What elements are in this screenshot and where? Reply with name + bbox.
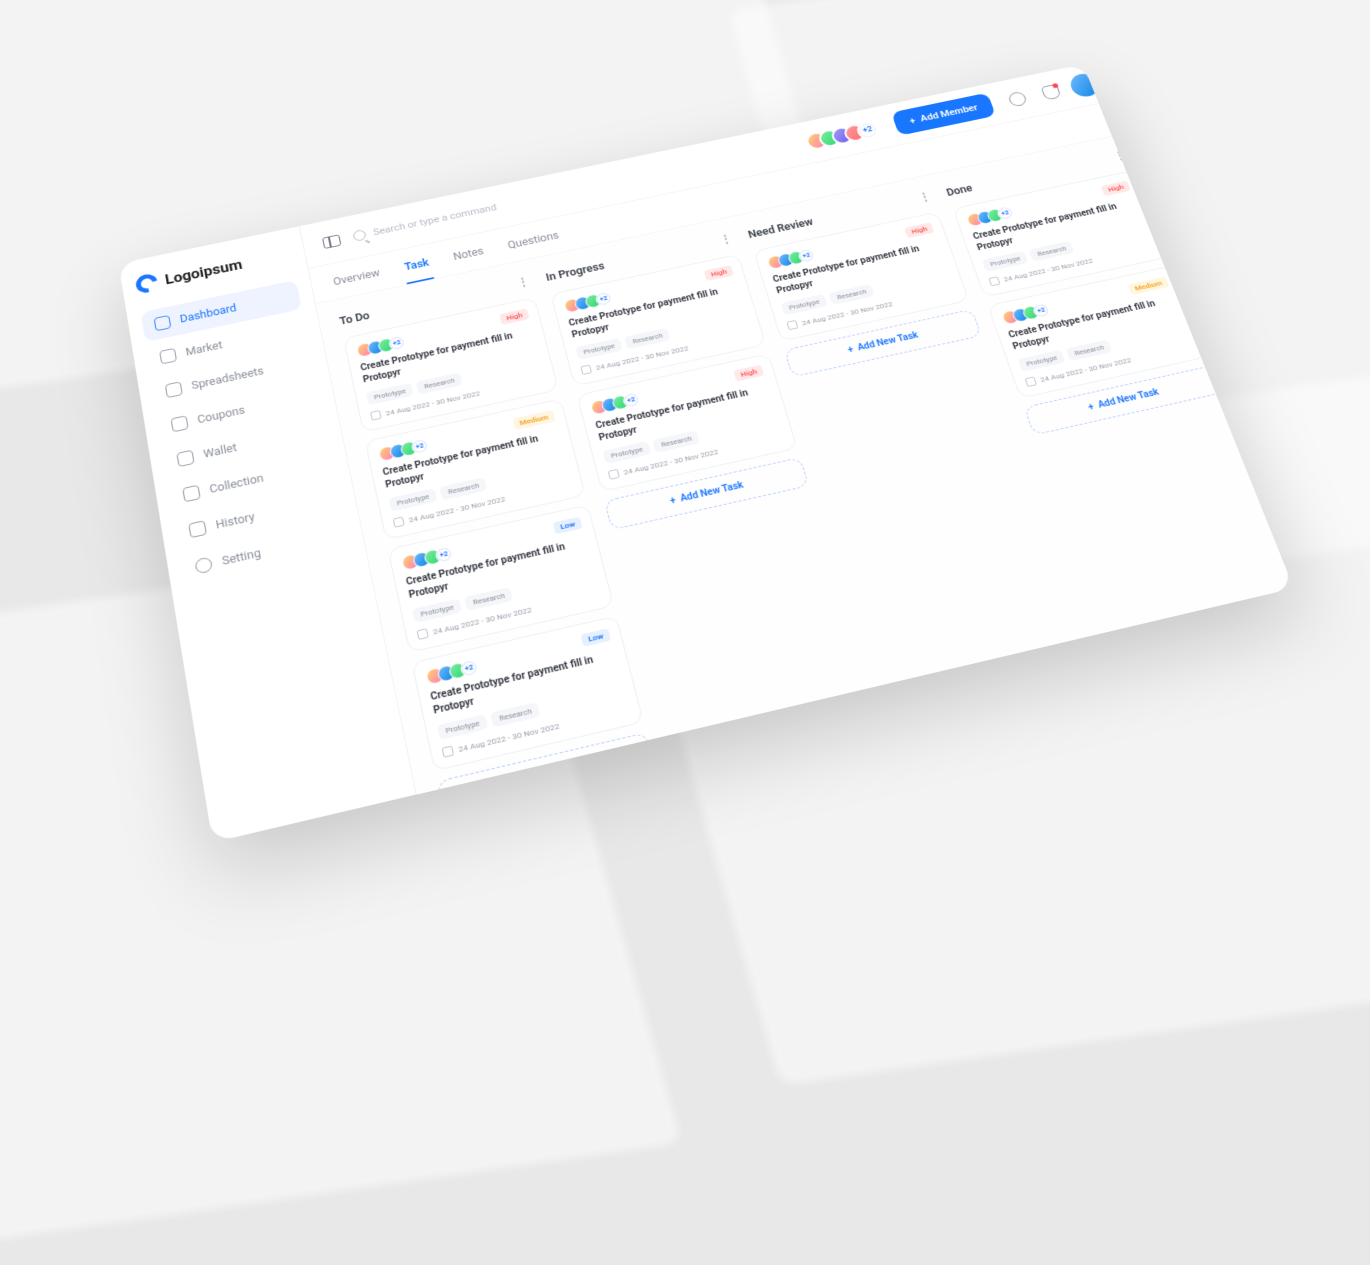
nav-label: History: [215, 510, 256, 531]
priority-badge: High: [1101, 181, 1131, 197]
logo-mark-icon: [132, 271, 162, 295]
nav-label: Wallet: [202, 441, 237, 460]
tag-chip: Research: [490, 702, 540, 728]
tag-chip: Prototype: [781, 294, 828, 316]
tag-chip: Prototype: [412, 598, 462, 623]
priority-badge: Medium: [512, 410, 555, 430]
nav-label: Setting: [221, 546, 262, 567]
column-title: Need Review: [747, 216, 815, 241]
nav-icon: [159, 348, 177, 365]
tag-chip: Research: [1066, 339, 1113, 361]
calendar-icon: [417, 628, 429, 640]
calendar-icon: [608, 469, 620, 480]
priority-badge: Medium: [1127, 276, 1169, 295]
priority-badge: High: [904, 222, 934, 238]
calendar-icon: [442, 745, 455, 757]
nav-icon: [176, 450, 194, 467]
nav-icon: [165, 381, 183, 398]
nav-label: Coupons: [196, 404, 245, 426]
priority-badge: Low: [581, 628, 611, 647]
column-title: In Progress: [545, 260, 606, 284]
tag-chip: Prototype: [1018, 350, 1066, 372]
plus-icon: +: [669, 495, 677, 506]
calendar-icon: [988, 276, 1000, 286]
nav-label: Spreadsheets: [191, 365, 265, 392]
nav-icon: [188, 520, 207, 538]
tag-chip: Prototype: [575, 338, 623, 360]
column-menu-icon[interactable]: ⋮: [718, 232, 736, 248]
tag-chip: Prototype: [366, 383, 414, 405]
priority-badge: High: [499, 308, 529, 324]
tab-notes[interactable]: Notes: [447, 233, 489, 273]
bell-icon[interactable]: [1040, 83, 1061, 100]
nav-label: Collection: [209, 472, 265, 496]
nav-icon: [194, 556, 213, 574]
calendar-icon: [370, 410, 382, 421]
panel-toggle-icon[interactable]: [322, 234, 341, 249]
priority-badge: High: [733, 365, 764, 382]
search-icon: [352, 229, 367, 242]
tag-chip: Research: [829, 284, 875, 305]
tag-chip: Research: [653, 430, 701, 453]
gear-icon[interactable]: [1007, 90, 1028, 107]
nav-icon: [154, 315, 172, 331]
plus-icon: +: [1087, 402, 1096, 413]
calendar-icon: [393, 517, 405, 528]
tag-chip: Prototype: [388, 488, 437, 512]
nav-label: Market: [185, 339, 224, 358]
tag-chip: Prototype: [982, 251, 1029, 272]
column-menu-icon[interactable]: ⋮: [515, 275, 533, 291]
brand-name: Logoipsum: [164, 256, 244, 287]
tag-chip: Research: [624, 328, 670, 350]
tag-chip: Research: [464, 587, 513, 611]
column-title: Done: [945, 182, 974, 198]
priority-badge: High: [704, 265, 734, 281]
nav-icon: [170, 415, 188, 432]
column-title: To Do: [338, 310, 370, 328]
column-menu-icon[interactable]: ⋮: [916, 190, 934, 205]
add-member-label: Add Member: [919, 102, 979, 123]
tag-chip: Research: [1029, 241, 1075, 262]
tag-chip: Research: [416, 372, 463, 394]
nav-label: Dashboard: [179, 302, 237, 325]
tag-chip: Prototype: [602, 441, 651, 464]
nav-icon: [182, 485, 201, 503]
sidebar-nav: Dashboard Market Spreadsheets Coupons Wallet…: [141, 280, 351, 587]
member-avatars[interactable]: +2: [812, 120, 881, 150]
tag-chip: Research: [440, 477, 488, 500]
plus-icon: +: [908, 115, 917, 126]
plus-icon: +: [846, 345, 854, 355]
calendar-icon: [580, 365, 592, 375]
priority-badge: Low: [553, 517, 583, 535]
tab-task[interactable]: Task: [399, 245, 435, 284]
calendar-icon: [786, 320, 798, 330]
calendar-icon: [1025, 377, 1038, 388]
tag-chip: Prototype: [437, 714, 489, 740]
